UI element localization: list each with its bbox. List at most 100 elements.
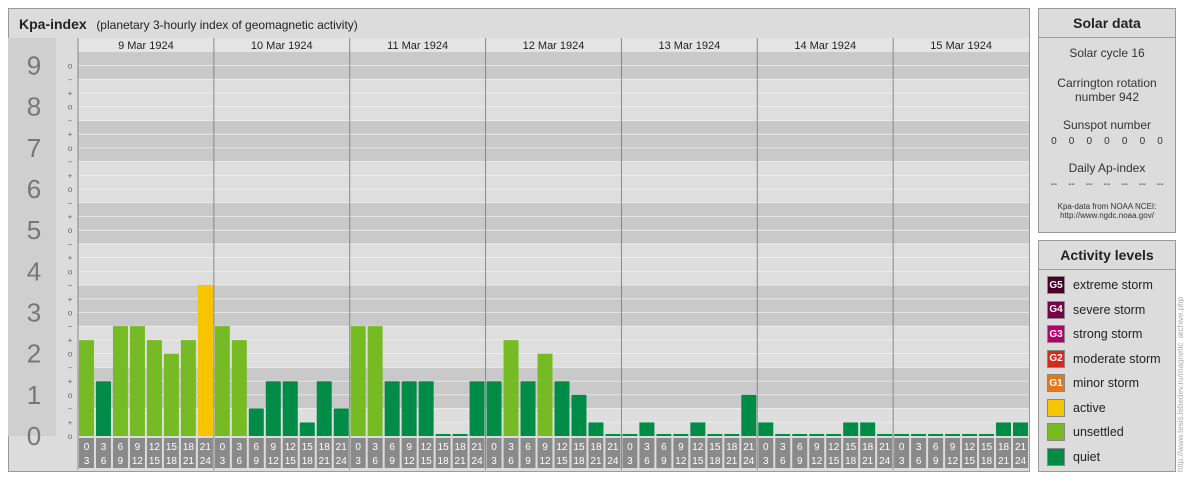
- interval-start-label: 9: [135, 442, 141, 453]
- kp-bar: [860, 422, 876, 436]
- kp-bar: [401, 381, 417, 436]
- interval-start-label: 9: [814, 442, 820, 453]
- interval-end-label: 9: [525, 456, 531, 467]
- y-tick-label: 2: [27, 339, 41, 369]
- kp-bar: [605, 434, 621, 436]
- kp-bar: [826, 434, 842, 436]
- interval-start-label: 3: [237, 442, 243, 453]
- y-sub-tick: +: [68, 295, 73, 304]
- kp-bar: [809, 434, 825, 436]
- sunspot-values: 0 0 0 0 0 0 0: [1039, 136, 1175, 147]
- ap-value: --: [1085, 179, 1093, 190]
- interval-start-label: 15: [981, 442, 993, 453]
- interval-end-label: 18: [709, 456, 721, 467]
- y-sub-tick: +: [68, 377, 73, 386]
- interval-start-label: 12: [556, 442, 568, 453]
- data-source-link[interactable]: http://www.ngdc.noaa.gov/: [1039, 211, 1175, 220]
- interval-start-label: 18: [319, 442, 331, 453]
- kp-bar: [197, 284, 213, 436]
- day-label: 13 Mar 1924: [658, 40, 720, 52]
- activity-legend: G5 extreme storm G4 severe storm G3 stro…: [1039, 270, 1175, 469]
- solar-data-heading: Solar data: [1039, 9, 1175, 38]
- y-sub-tick: o: [68, 226, 73, 235]
- kp-bar: [486, 381, 502, 436]
- kp-bar: [180, 340, 196, 436]
- kpa-bar-chart: 0123456789o+−o+−o+−o+−o+−o+−o+−o+−o+−o9 …: [8, 38, 1029, 470]
- kp-bar: [452, 434, 468, 436]
- interval-end-label: 24: [743, 456, 755, 467]
- sunspot-value: 0: [1121, 136, 1128, 147]
- interval-start-label: 18: [726, 442, 738, 453]
- interval-start-label: 0: [899, 442, 905, 453]
- day-label: 15 Mar 1924: [930, 40, 992, 52]
- interval-end-label: 18: [573, 456, 585, 467]
- source-watermark: http://www.tesis.lebedev.ru/magnetic_arc…: [1176, 296, 1184, 472]
- interval-start-label: 6: [661, 442, 667, 453]
- y-sub-tick: −: [68, 116, 73, 125]
- kp-bar: [163, 353, 179, 436]
- interval-start-label: 0: [355, 442, 361, 453]
- legend-label: moderate storm: [1073, 351, 1161, 366]
- interval-end-label: 15: [556, 456, 568, 467]
- interval-start-label: 15: [302, 442, 314, 453]
- interval-end-label: 21: [998, 456, 1010, 467]
- kp-bar: [316, 381, 332, 436]
- kp-bar: [1013, 422, 1028, 436]
- interval-end-label: 6: [916, 456, 922, 467]
- interval-end-label: 21: [183, 456, 195, 467]
- interval-end-label: 6: [780, 456, 786, 467]
- y-tick-label: 7: [27, 133, 41, 163]
- sunspot-value: 0: [1068, 136, 1075, 147]
- interval-start-label: 12: [285, 442, 297, 453]
- interval-end-label: 15: [828, 456, 840, 467]
- interval-end-label: 24: [607, 456, 619, 467]
- interval-end-label: 12: [404, 456, 416, 467]
- interval-start-label: 9: [678, 442, 684, 453]
- kp-bar: [79, 340, 94, 436]
- sunspot-value: 0: [1157, 136, 1163, 147]
- kp-bar: [928, 434, 944, 436]
- carrington-line-2: number 942: [1074, 90, 1140, 104]
- kp-bar: [843, 422, 859, 436]
- interval-start-label: 3: [101, 442, 107, 453]
- interval-end-label: 9: [933, 456, 939, 467]
- active-swatch: [1047, 398, 1065, 417]
- kp-bar: [622, 434, 638, 436]
- activity-levels-panel: Activity levels G5 extreme storm G4 seve…: [1038, 240, 1176, 472]
- solar-cycle: Solar cycle 16: [1069, 46, 1145, 60]
- interval-end-label: 15: [149, 456, 161, 467]
- interval-start-label: 21: [607, 442, 619, 453]
- legend-label: severe storm: [1073, 302, 1146, 317]
- y-sub-tick: o: [68, 309, 73, 318]
- kp-bar: [996, 422, 1012, 436]
- kp-bar: [741, 394, 757, 436]
- interval-start-label: 18: [590, 442, 602, 453]
- kp-bar: [571, 394, 587, 436]
- y-sub-tick: −: [68, 405, 73, 414]
- interval-end-label: 15: [692, 456, 704, 467]
- kp-bar: [350, 326, 366, 436]
- ap-value: --: [1156, 179, 1164, 190]
- kp-bar: [95, 381, 111, 436]
- kp-bar: [282, 381, 298, 436]
- interval-start-label: 0: [627, 442, 633, 453]
- kp-bar: [146, 340, 162, 436]
- g3-badge: G3: [1047, 325, 1065, 344]
- interval-start-label: 0: [84, 442, 90, 453]
- legend-label: unsettled: [1073, 425, 1124, 440]
- kp-bar: [418, 381, 434, 436]
- interval-end-label: 15: [421, 456, 433, 467]
- interval-end-label: 12: [811, 456, 823, 467]
- sunspot-value: 0: [1139, 136, 1146, 147]
- kp-bar: [673, 434, 689, 436]
- interval-end-label: 9: [661, 456, 667, 467]
- interval-end-label: 18: [981, 456, 993, 467]
- interval-start-label: 9: [950, 442, 956, 453]
- y-sub-tick: −: [68, 240, 73, 249]
- interval-end-label: 3: [491, 456, 497, 467]
- legend-item-strong-storm: G3 strong storm: [1039, 322, 1175, 347]
- interval-end-label: 24: [1015, 456, 1027, 467]
- y-sub-tick: −: [68, 322, 73, 331]
- interval-end-label: 9: [389, 456, 395, 467]
- interval-start-label: 3: [916, 442, 922, 453]
